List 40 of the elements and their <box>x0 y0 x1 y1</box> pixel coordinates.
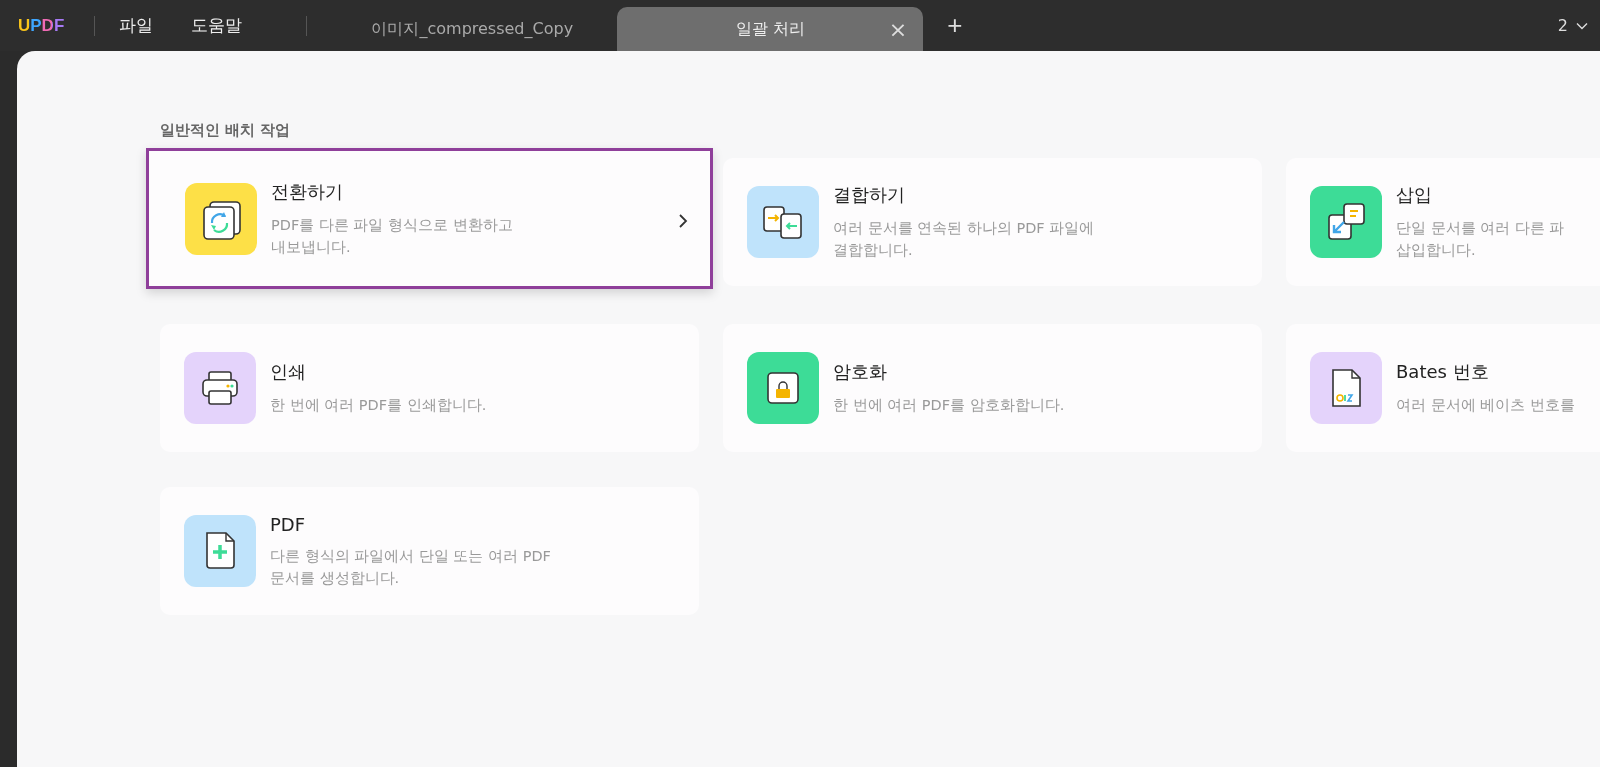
task-card[interactable]: 인쇄 한 번에 여러 PDF를 인쇄합니다. <box>160 324 699 452</box>
close-icon[interactable]: × <box>888 16 908 42</box>
tab-label: 일괄 처리 <box>735 18 805 40</box>
lock-icon <box>747 352 819 424</box>
task-title: 삽입 <box>1396 183 1433 207</box>
menu-item[interactable]: 도움말 <box>187 14 247 37</box>
task-title: Bates 번호 <box>1396 360 1490 384</box>
chevron-down-icon <box>1576 21 1588 30</box>
refresh-icon <box>185 182 257 255</box>
document-tab[interactable]: 이미지_compressed_Copy <box>327 7 618 51</box>
window-count-button[interactable]: 2 <box>1557 16 1600 35</box>
task-title: 결합하기 <box>833 183 906 207</box>
task-description: 한 번에 여러 PDF를 인쇄합니다. <box>270 396 487 415</box>
merge-arrows-icon <box>747 186 819 258</box>
task-description: 여러 문서에 베이츠 번호를 <box>1396 396 1575 415</box>
task-title: 암호화 <box>833 360 888 384</box>
numbered-file-icon <box>1310 352 1382 424</box>
task-description: 여러 문서를 연속된 하나의 PDF 파일에 결합합니다. <box>833 219 1095 260</box>
task-description: 다른 형식의 파일에서 단일 또는 여러 PDF 문서를 생성합니다. <box>270 546 551 588</box>
task-description: PDF를 다른 파일 형식으로 변환하고 내보냅니다. <box>271 215 513 257</box>
task-title: 전환하기 <box>271 179 344 204</box>
task-title: 인쇄 <box>270 360 307 384</box>
printer-icon <box>184 352 256 424</box>
document-tab[interactable]: 일괄 처리 × <box>617 7 924 51</box>
add-file-icon <box>184 515 256 587</box>
new-tab-button[interactable]: + <box>943 10 967 41</box>
task-description: 한 번에 여러 PDF를 암호화합니다. <box>833 396 1065 415</box>
task-description: 단일 문서를 여러 다른 파 삽입합니다. <box>1396 219 1565 260</box>
task-card[interactable]: PDF 다른 형식의 파일에서 단일 또는 여러 PDF 문서를 생성합니다. <box>160 487 699 615</box>
section-title: 일반적인 배치 작업 <box>160 121 292 140</box>
task-card[interactable]: Bates 번호 여러 문서에 베이츠 번호를 <box>1286 324 1600 452</box>
task-card[interactable]: 전환하기 PDF를 다른 파일 형식으로 변환하고 내보냅니다. <box>146 148 713 289</box>
task-card[interactable]: 결합하기 여러 문서를 연속된 하나의 PDF 파일에 결합합니다. <box>723 158 1262 286</box>
insert-document-icon <box>1310 186 1382 258</box>
task-card[interactable]: 삽입 단일 문서를 여러 다른 파 삽입합니다. <box>1286 158 1600 286</box>
task-title: PDF <box>270 513 307 535</box>
tab-label: 이미지_compressed_Copy <box>371 18 574 40</box>
chevron-right-icon <box>678 213 688 229</box>
menu-item[interactable]: 파일 <box>115 14 158 37</box>
task-card[interactable]: 암호화 한 번에 여러 PDF를 암호화합니다. <box>723 324 1262 452</box>
